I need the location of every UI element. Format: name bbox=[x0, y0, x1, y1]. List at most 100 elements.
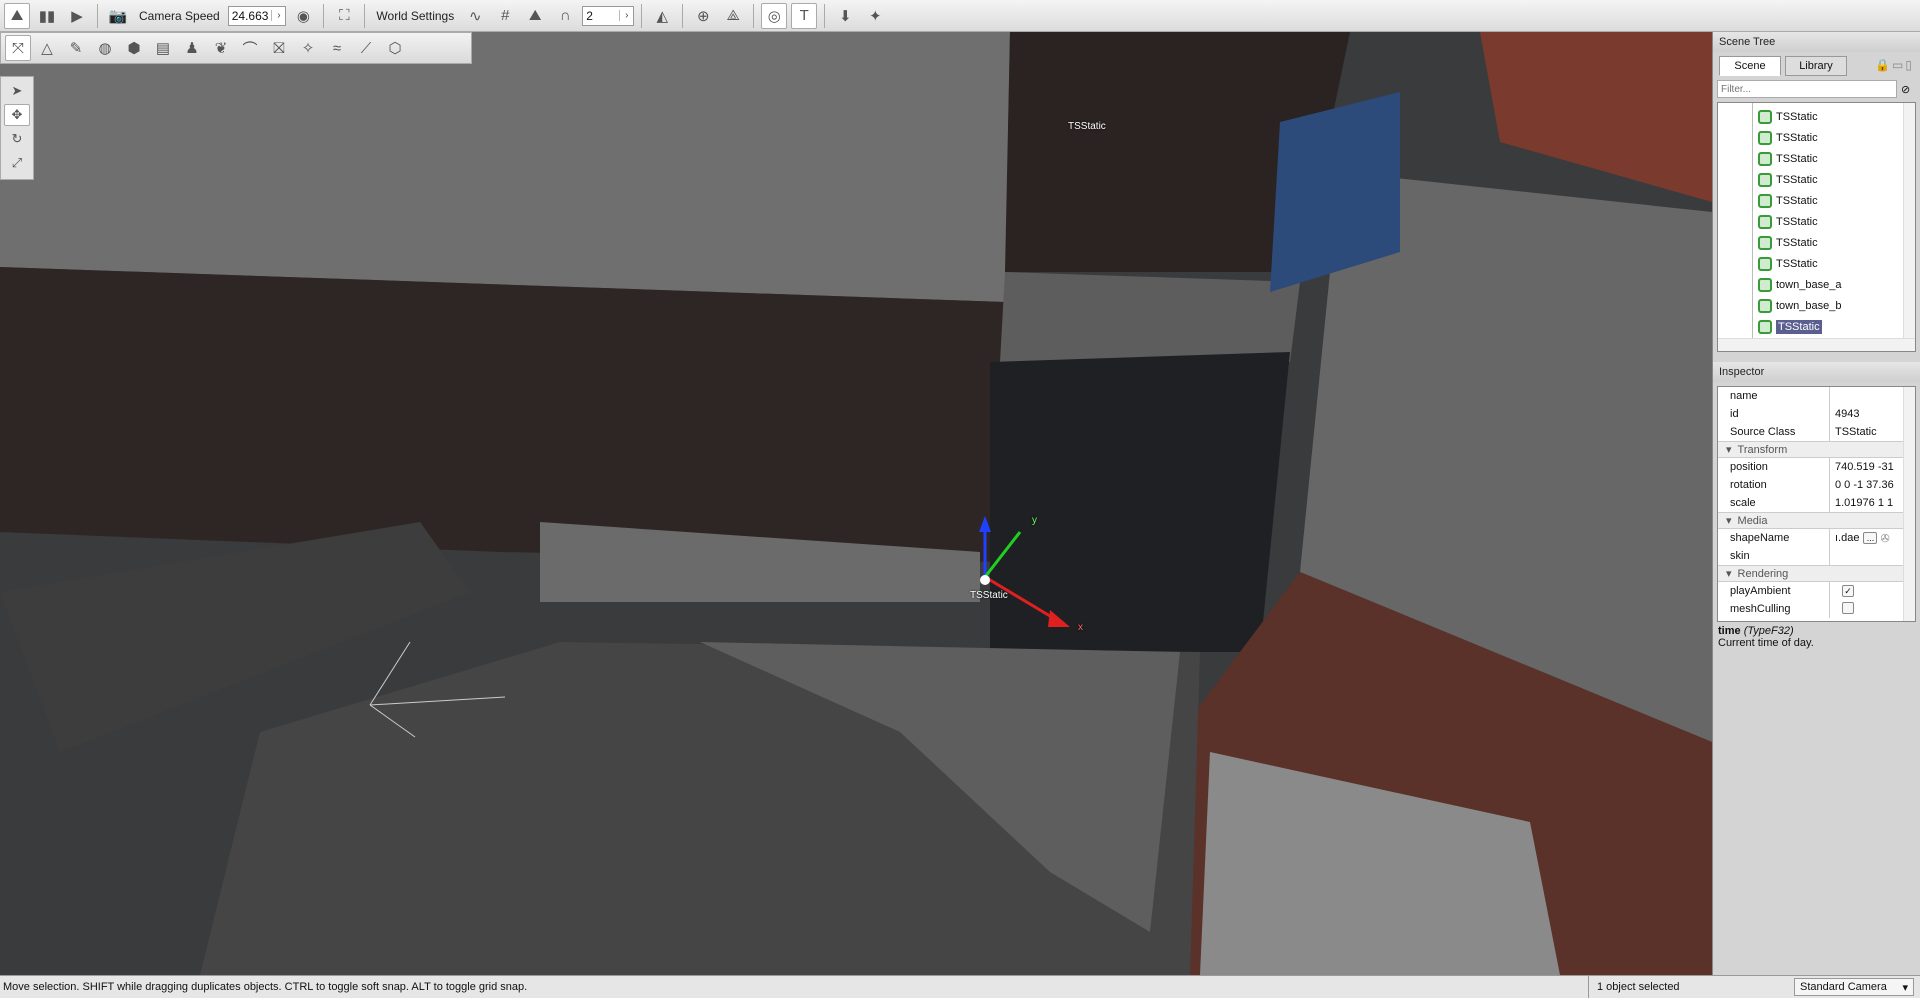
camera-mode-select[interactable]: Standard Camera ▾ bbox=[1794, 978, 1914, 996]
object-text-toggle-icon[interactable]: T bbox=[791, 2, 818, 29]
lock-icon[interactable]: 🔒 bbox=[1875, 58, 1892, 72]
drop-object-icon[interactable]: ⬇ bbox=[832, 3, 858, 29]
decal-editor-icon[interactable]: ♟ bbox=[179, 35, 205, 61]
help-text: Current time of day. bbox=[1718, 637, 1814, 649]
id-value: 4943 bbox=[1835, 408, 1860, 420]
tree-item-selected[interactable]: TSStatic bbox=[1758, 317, 1822, 337]
particle-editor-icon[interactable]: ✧ bbox=[295, 35, 321, 61]
grid-size-value[interactable]: 2 bbox=[583, 9, 619, 23]
camera-speed-label: Camera Speed bbox=[139, 8, 220, 23]
tsstatic-icon bbox=[1758, 320, 1772, 334]
play-icon[interactable]: ▶ bbox=[64, 3, 90, 29]
tsstatic-icon bbox=[1758, 110, 1772, 124]
scene-tree-title: Scene Tree bbox=[1713, 32, 1920, 52]
help-field-name: time bbox=[1718, 625, 1741, 637]
tsstatic-icon bbox=[1758, 215, 1772, 229]
inspector-grid: name id 4943 Source Class TSStatic ▾ Transf… bbox=[1717, 386, 1916, 622]
tree-item[interactable]: TSStatic bbox=[1758, 128, 1818, 148]
river-editor-icon[interactable]: ≈ bbox=[324, 35, 350, 61]
group-media[interactable]: ▾ Media bbox=[1718, 512, 1904, 529]
magnet-icon[interactable]: ∩ bbox=[552, 3, 578, 29]
name-label: name bbox=[1718, 387, 1830, 405]
shape-editor-icon[interactable]: ⬡ bbox=[382, 35, 408, 61]
tab-scene[interactable]: Scene bbox=[1719, 56, 1781, 76]
field-help: time (TypeF32) Current time of day. bbox=[1713, 622, 1920, 652]
tree-item[interactable]: TSStatic bbox=[1758, 233, 1818, 253]
play-ambient-label: playAmbient bbox=[1718, 582, 1830, 600]
filter-input[interactable] bbox=[1717, 80, 1897, 98]
tree-item[interactable]: town_base_a bbox=[1758, 275, 1841, 295]
position-label: position bbox=[1718, 458, 1830, 476]
mesh-road-icon[interactable]: ⌒ bbox=[237, 35, 263, 61]
terrain-painter-icon[interactable]: ✎ bbox=[63, 35, 89, 61]
play-ambient-checkbox[interactable]: ✓ bbox=[1842, 585, 1854, 597]
3d-viewport[interactable]: TSStatic TSStatic y x bbox=[0, 32, 1712, 975]
move-icon[interactable]: ✥ bbox=[4, 104, 30, 126]
editor-tools-toolbar: ⤧ △ ✎ ◍ ⬢ ▤ ♟ ❦ ⌒ ⛝ ✧ ≈ ⟋ ⬡ bbox=[0, 32, 472, 64]
pivot-icon[interactable]: ⊕ bbox=[690, 3, 716, 29]
mesh-culling-checkbox[interactable] bbox=[1842, 601, 1854, 614]
object-icons-toggle-icon[interactable]: ◎ bbox=[761, 2, 788, 29]
inspector-scrollbar[interactable] bbox=[1903, 387, 1915, 621]
tree-item[interactable]: TSStatic bbox=[1758, 191, 1818, 211]
tsstatic-icon bbox=[1758, 278, 1772, 292]
scene-tree-list[interactable]: TSStatic TSStatic TSStatic TSStatic TSSt… bbox=[1717, 102, 1916, 352]
select-object-icon[interactable]: ◭ bbox=[649, 3, 675, 29]
camera-frame-icon[interactable]: ⛶ bbox=[331, 3, 357, 29]
object-editor-icon[interactable]: ⤧ bbox=[5, 35, 31, 61]
scale-icon[interactable]: ⤢ bbox=[4, 152, 30, 174]
chevron-right-icon[interactable]: › bbox=[619, 10, 633, 21]
browse-button[interactable]: ... bbox=[1863, 532, 1878, 544]
scale-value[interactable]: 1.01976 1 1 bbox=[1830, 497, 1893, 509]
snap-settings-icon[interactable]: ∿ bbox=[462, 3, 488, 29]
tree-vertical-scrollbar[interactable] bbox=[1903, 103, 1915, 339]
tab-library[interactable]: Library bbox=[1785, 56, 1847, 76]
tree-horizontal-scrollbar[interactable] bbox=[1718, 338, 1915, 351]
visibility-eye-icon[interactable]: ◉ bbox=[290, 3, 316, 29]
caret-down-icon: ▾ bbox=[1726, 444, 1732, 456]
terrain-editor-icon[interactable]: △ bbox=[34, 35, 60, 61]
tree-item[interactable]: TSStatic bbox=[1758, 107, 1818, 127]
position-value[interactable]: 740.519 -31 bbox=[1830, 461, 1894, 473]
tree-item[interactable]: TSStatic bbox=[1758, 170, 1818, 190]
gui-editor-icon[interactable]: ▮▮ bbox=[34, 3, 60, 29]
road-editor-icon[interactable]: ⟋ bbox=[353, 35, 379, 61]
terrain-snap-icon[interactable]: ⛰ bbox=[522, 3, 548, 29]
bake-icon[interactable]: ✦ bbox=[862, 3, 888, 29]
world-editor-icon[interactable]: ⛰ bbox=[4, 2, 30, 29]
object-transform-icon[interactable]: ⟁ bbox=[720, 3, 746, 29]
datablock-editor-icon[interactable]: ▤ bbox=[150, 35, 176, 61]
rotate-icon[interactable]: ↻ bbox=[4, 128, 30, 150]
tree-item[interactable]: TSStatic bbox=[1758, 149, 1818, 169]
shape-name-value[interactable]: ı.dae bbox=[1830, 532, 1859, 544]
group-rendering[interactable]: ▾ Rendering bbox=[1718, 565, 1904, 582]
world-settings-button[interactable]: World Settings bbox=[372, 9, 458, 23]
id-label: id bbox=[1718, 405, 1830, 423]
grid-snap-icon[interactable]: # bbox=[492, 3, 518, 29]
rotation-value[interactable]: 0 0 -1 37.36 bbox=[1830, 479, 1894, 491]
clear-filter-icon[interactable]: ⊘ bbox=[1901, 83, 1910, 96]
tree-item[interactable]: town_base_b bbox=[1758, 296, 1841, 316]
select-arrow-icon[interactable]: ➤ bbox=[4, 80, 30, 102]
navmesh-editor-icon[interactable]: ⛝ bbox=[266, 35, 292, 61]
transform-tools: ➤ ✥ ↻ ⤢ bbox=[0, 76, 34, 180]
right-panel: Scene Tree Scene Library 🔒▭▯ ⊘ TSStatic … bbox=[1712, 32, 1920, 975]
sketch-tool-icon[interactable]: ⬢ bbox=[121, 35, 147, 61]
trash-icon[interactable]: ▯ bbox=[1905, 58, 1914, 72]
scene-render bbox=[0, 32, 1712, 975]
camera-icon[interactable]: 📷 bbox=[105, 3, 131, 29]
material-editor-icon[interactable]: ◍ bbox=[92, 35, 118, 61]
main-toolbar: ⛰ ▮▮ ▶ 📷 Camera Speed 24.663 › ◉ ⛶ World … bbox=[0, 0, 1920, 32]
chevron-right-icon[interactable]: › bbox=[271, 10, 285, 21]
camera-speed-field[interactable]: 24.663 › bbox=[227, 5, 287, 26]
group-transform[interactable]: ▾ Transform bbox=[1718, 441, 1904, 458]
camera-speed-value[interactable]: 24.663 bbox=[229, 9, 272, 23]
shape-edit-icon[interactable]: ✇ bbox=[1880, 532, 1889, 545]
grid-size-field[interactable]: 2 › bbox=[582, 5, 635, 26]
tree-item[interactable]: TSStatic bbox=[1758, 254, 1818, 274]
folder-icon[interactable]: ▭ bbox=[1892, 58, 1905, 72]
status-message: Move selection. SHIFT while dragging dup… bbox=[3, 981, 528, 993]
forest-editor-icon[interactable]: ❦ bbox=[208, 35, 234, 61]
tree-item[interactable]: TSStatic bbox=[1758, 212, 1818, 232]
tsstatic-icon bbox=[1758, 299, 1772, 313]
